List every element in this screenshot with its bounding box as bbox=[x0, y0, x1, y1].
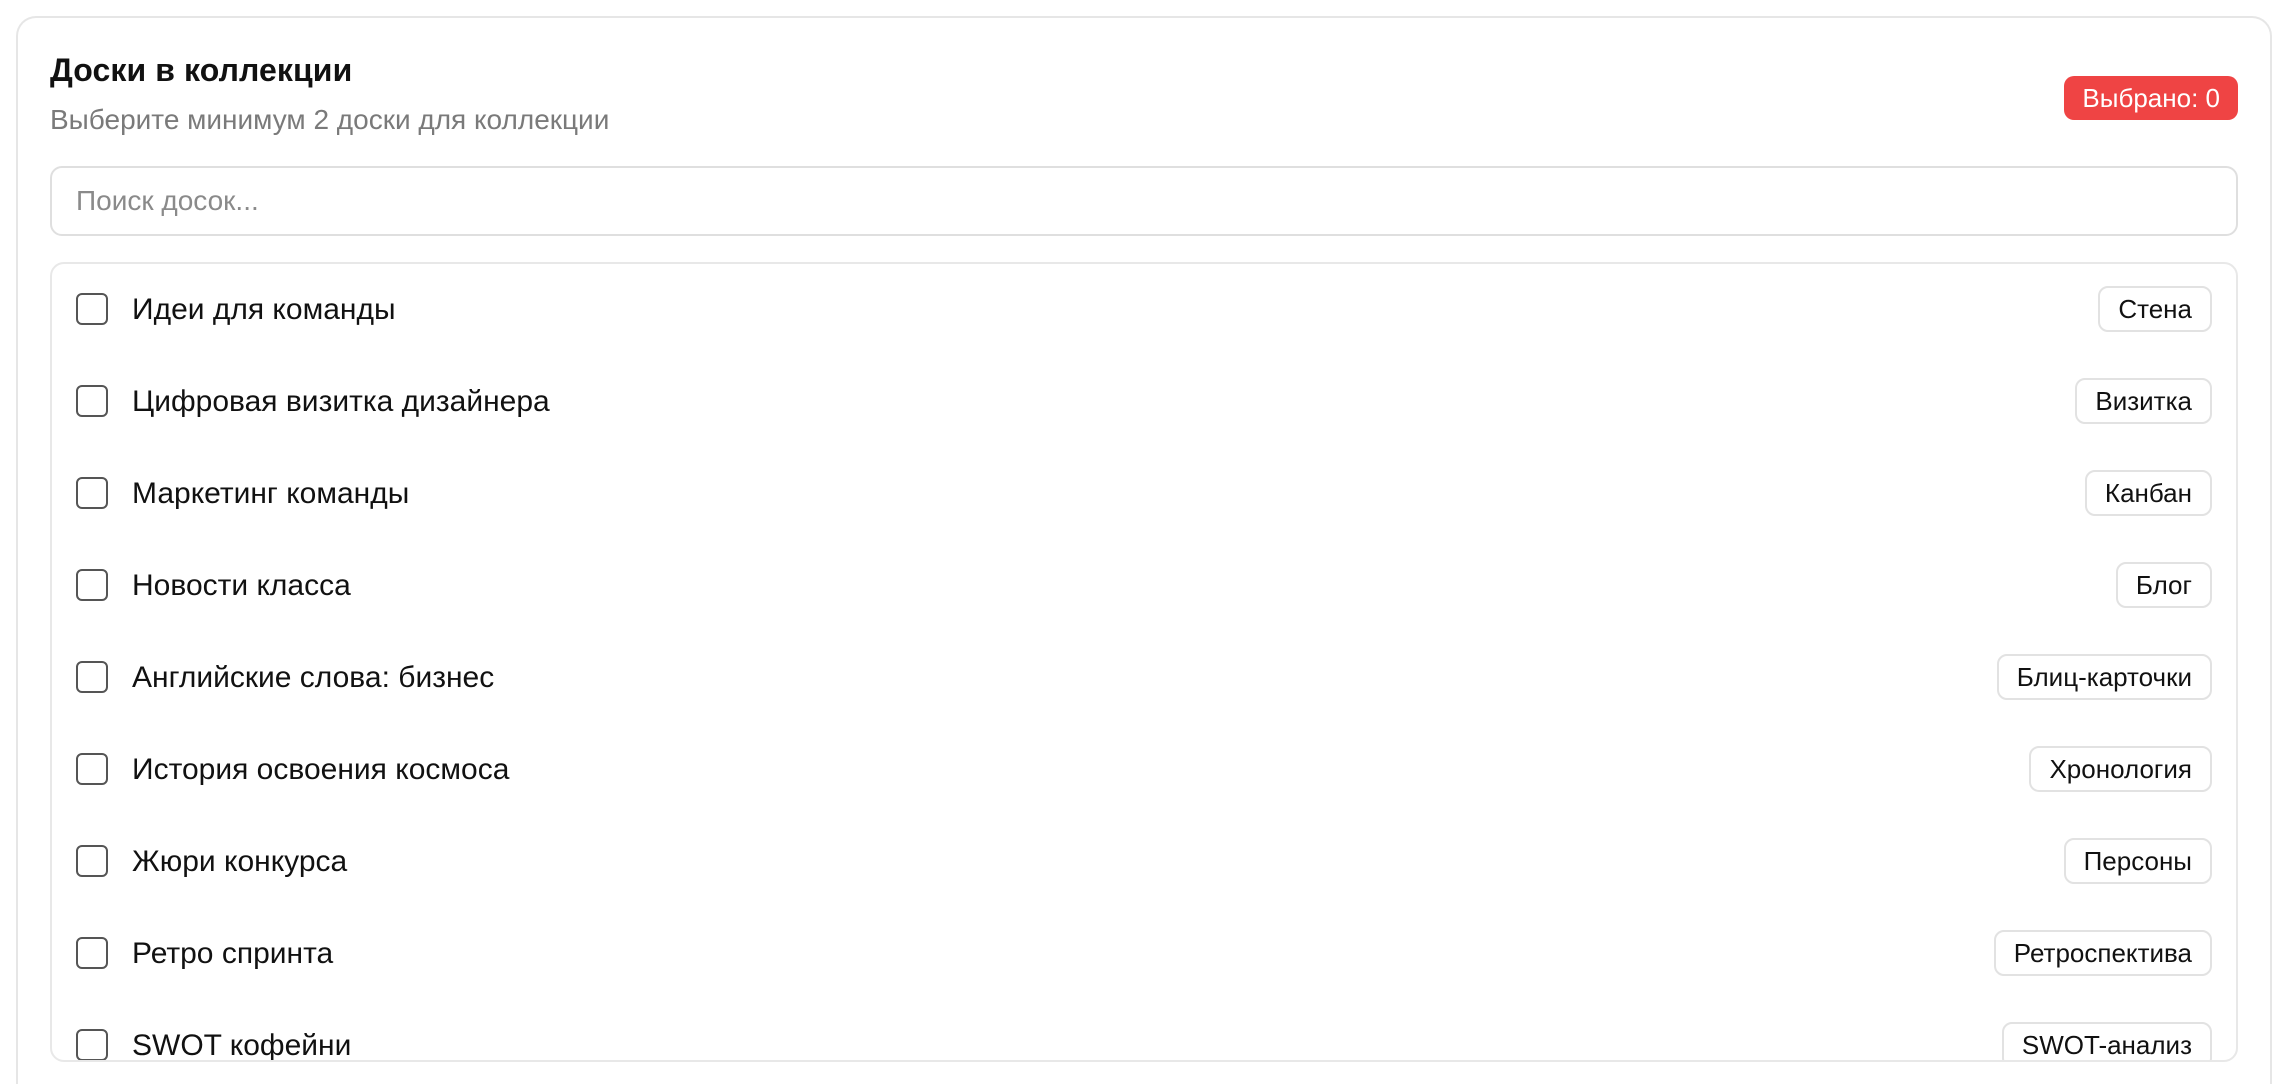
board-name: Цифровая визитка дизайнера bbox=[132, 385, 550, 418]
board-type-tag: Персоны bbox=[2063, 838, 2212, 884]
board-type-tag: Блиц-карточки bbox=[1996, 654, 2212, 700]
card-title: Доски в коллекции bbox=[50, 52, 353, 88]
board-name: Жюри конкурса bbox=[132, 845, 348, 878]
board-row[interactable]: Новости класса Блог bbox=[52, 540, 2236, 632]
board-type-tag: Ретроспектива bbox=[1993, 930, 2212, 976]
board-name: История освоения космоса bbox=[132, 753, 510, 786]
board-checkbox[interactable] bbox=[76, 845, 108, 877]
board-type-tag: Визитка bbox=[2075, 378, 2212, 424]
board-checkbox[interactable] bbox=[76, 753, 108, 785]
board-type-tag: Блог bbox=[2115, 562, 2212, 608]
board-row[interactable]: SWOT кофейни SWOT-анализ bbox=[52, 1000, 2236, 1062]
board-type-tag: SWOT-анализ bbox=[2001, 1022, 2212, 1060]
board-row[interactable]: История освоения космоса Хронология bbox=[52, 724, 2236, 816]
board-checkbox[interactable] bbox=[76, 293, 108, 325]
board-checkbox[interactable] bbox=[76, 937, 108, 969]
board-name: Новости класса bbox=[132, 569, 351, 602]
board-type-tag: Стена bbox=[2098, 286, 2212, 332]
board-checkbox[interactable] bbox=[76, 477, 108, 509]
board-name: Маркетинг команды bbox=[132, 477, 410, 510]
board-row[interactable]: Жюри конкурса Персоны bbox=[52, 816, 2236, 908]
board-row[interactable]: Маркетинг команды Канбан bbox=[52, 448, 2236, 540]
card-header: Доски в коллекции Выберите минимум 2 дос… bbox=[50, 38, 2238, 148]
board-checkbox[interactable] bbox=[76, 1029, 108, 1060]
board-name: Идеи для команды bbox=[132, 293, 396, 326]
selected-count-badge: Выбрано: 0 bbox=[2064, 76, 2238, 120]
board-search-input[interactable] bbox=[50, 166, 2238, 236]
board-row[interactable]: Ретро спринта Ретроспектива bbox=[52, 908, 2236, 1000]
board-type-tag: Хронология bbox=[2029, 746, 2212, 792]
board-row[interactable]: Английские слова: бизнес Блиц-карточки bbox=[52, 632, 2236, 724]
board-checkbox[interactable] bbox=[76, 661, 108, 693]
board-type-tag: Канбан bbox=[2084, 470, 2212, 516]
collection-boards-card: Доски в коллекции Выберите минимум 2 дос… bbox=[16, 16, 2272, 1084]
board-checkbox[interactable] bbox=[76, 385, 108, 417]
card-subtitle: Выберите минимум 2 доски для коллекции bbox=[50, 104, 610, 135]
board-name: Английские слова: бизнес bbox=[132, 661, 495, 694]
board-name: Ретро спринта bbox=[132, 937, 334, 970]
board-row[interactable]: Цифровая визитка дизайнера Визитка bbox=[52, 356, 2236, 448]
board-row[interactable]: Идеи для команды Стена bbox=[52, 264, 2236, 356]
board-checkbox[interactable] bbox=[76, 569, 108, 601]
board-name: SWOT кофейни bbox=[132, 1029, 352, 1062]
board-list: Идеи для команды Стена Цифровая визитка … bbox=[50, 262, 2238, 1062]
